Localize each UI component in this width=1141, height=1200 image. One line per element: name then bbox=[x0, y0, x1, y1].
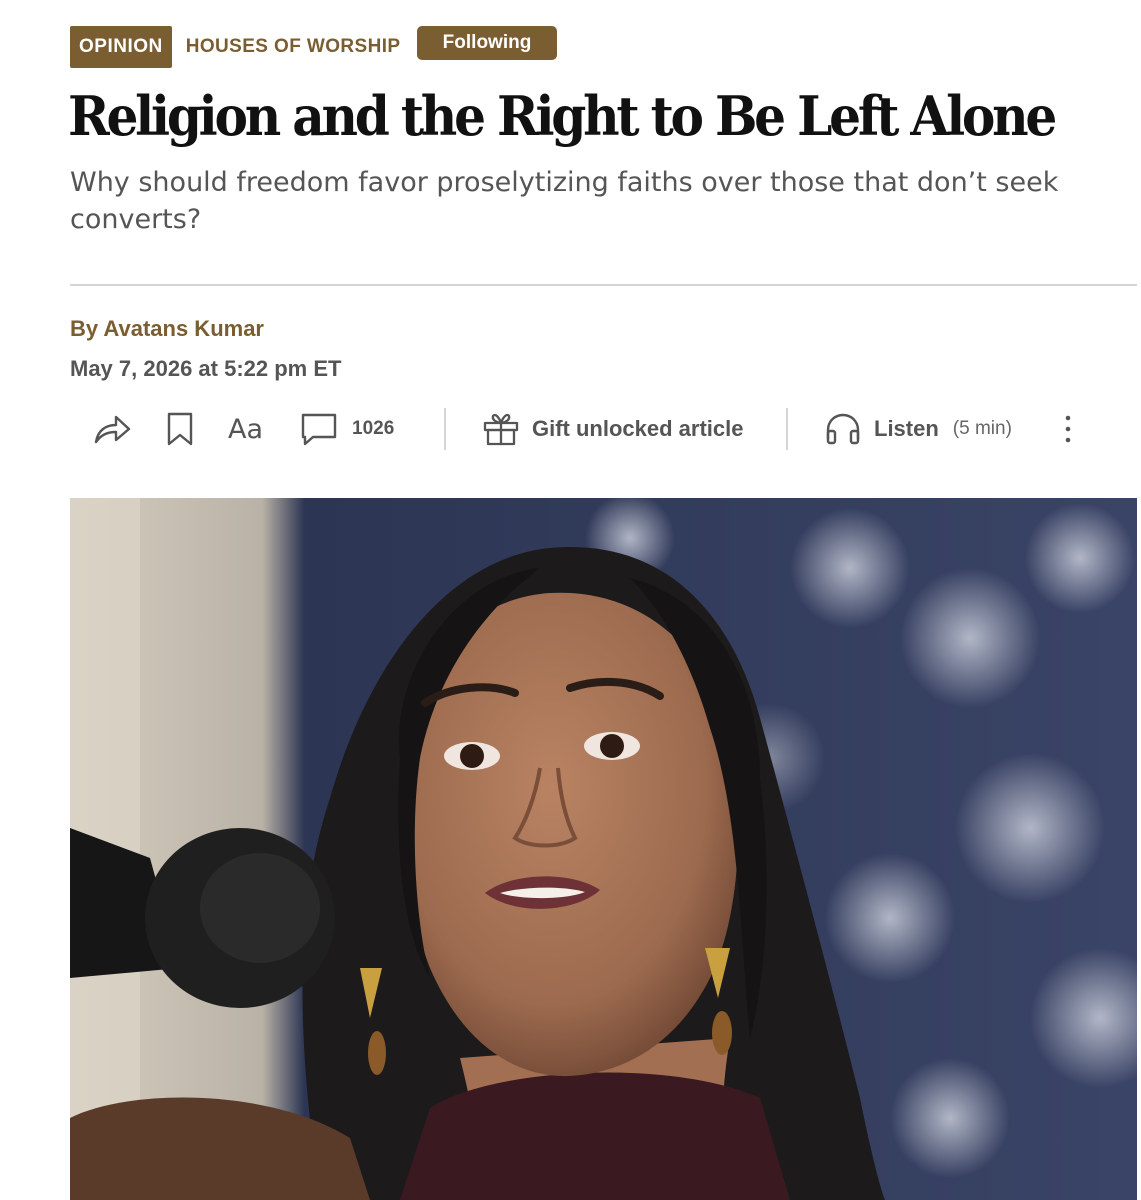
share-icon bbox=[94, 415, 131, 444]
article-toolbar: Aa 1026 Gift unlocked article Listen (5 … bbox=[70, 404, 1090, 454]
section-tag-row: OPINION HOUSES OF WORSHIP bbox=[70, 26, 401, 68]
dateline: May 7, 2026 at 5:22 pm ET bbox=[70, 356, 342, 381]
dek-subtitle: Why should freedom favor proselytizing f… bbox=[70, 167, 1059, 235]
listen-button[interactable]: Listen (5 min) bbox=[824, 404, 1012, 454]
headphones-icon bbox=[826, 413, 860, 445]
gift-article-button[interactable]: Gift unlocked article bbox=[482, 404, 744, 454]
toolbar-divider bbox=[786, 408, 788, 450]
share-button[interactable] bbox=[92, 404, 132, 454]
gift-icon bbox=[483, 413, 519, 446]
bookmark-button[interactable] bbox=[166, 404, 194, 454]
text-size-button[interactable]: Aa bbox=[228, 404, 263, 454]
article-hero-photo bbox=[70, 498, 1137, 1200]
more-vertical-icon bbox=[1065, 415, 1071, 443]
byline: By Avatans Kumar bbox=[70, 316, 264, 342]
speaker-portrait-image bbox=[70, 498, 1137, 1200]
opinion-badge[interactable]: OPINION bbox=[70, 26, 172, 68]
listen-label: Listen bbox=[874, 416, 939, 441]
section-link[interactable]: HOUSES OF WORSHIP bbox=[186, 36, 401, 58]
comment-icon bbox=[301, 413, 337, 446]
toolbar-divider bbox=[444, 408, 446, 450]
more-options-button[interactable] bbox=[1064, 404, 1072, 454]
text-size-icon: Aa bbox=[228, 413, 264, 445]
listen-duration: (5 min) bbox=[952, 418, 1012, 439]
byline-prefix: By bbox=[70, 316, 99, 341]
bookmark-icon bbox=[167, 412, 193, 446]
gift-label: Gift unlocked article bbox=[532, 416, 744, 441]
comment-count: 1026 bbox=[352, 418, 395, 439]
divider-rule bbox=[70, 284, 1137, 286]
headline: Religion and the Right to Be Left Alone bbox=[68, 84, 1057, 148]
author-link[interactable]: Avatans Kumar bbox=[103, 316, 264, 341]
following-button[interactable]: Following bbox=[417, 26, 557, 60]
comments-button[interactable]: 1026 bbox=[300, 404, 394, 454]
